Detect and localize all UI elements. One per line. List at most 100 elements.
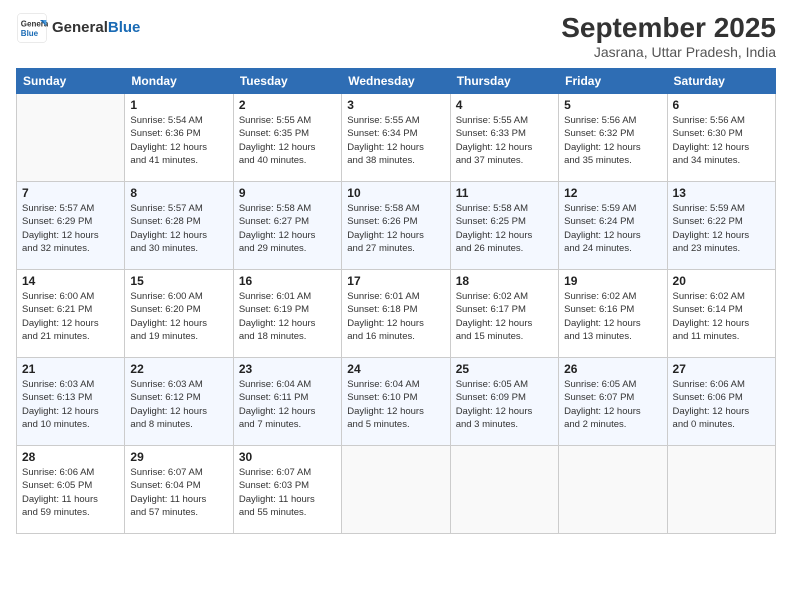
table-row: 12Sunrise: 5:59 AM Sunset: 6:24 PM Dayli… bbox=[559, 182, 667, 270]
day-number: 28 bbox=[22, 450, 119, 464]
day-info: Sunrise: 5:57 AM Sunset: 6:29 PM Dayligh… bbox=[22, 202, 119, 255]
svg-text:Blue: Blue bbox=[21, 29, 39, 38]
day-number: 4 bbox=[456, 98, 553, 112]
calendar-row: 14 Sunrise: 6:00 AM Sunset: 6:21 PM Dayli… bbox=[17, 270, 776, 358]
day-info: Sunrise: 6:04 AM Sunset: 6:11 PM Dayligh… bbox=[239, 378, 336, 431]
table-row: 7 Sunrise: 5:57 AM Sunset: 6:29 PM Daylig… bbox=[17, 182, 125, 270]
day-number: 21 bbox=[22, 362, 119, 376]
header-row: Sunday Monday Tuesday Wednesday Thursday… bbox=[17, 69, 776, 94]
day-info: Sunrise: 6:01 AM Sunset: 6:19 PM Dayligh… bbox=[239, 290, 336, 343]
day-info: Sunrise: 5:57 AM Sunset: 6:28 PM Dayligh… bbox=[130, 202, 227, 255]
table-row bbox=[667, 446, 775, 534]
col-monday: Monday bbox=[125, 69, 233, 94]
table-row: 1 Sunrise: 5:54 AM Sunset: 6:36 PM Daylig… bbox=[125, 94, 233, 182]
day-info: Sunrise: 5:55 AM Sunset: 6:34 PM Dayligh… bbox=[347, 114, 444, 167]
day-number: 19 bbox=[564, 274, 661, 288]
calendar-row: 21 Sunrise: 6:03 AM Sunset: 6:13 PM Dayli… bbox=[17, 358, 776, 446]
day-number: 26 bbox=[564, 362, 661, 376]
col-thursday: Thursday bbox=[450, 69, 558, 94]
day-info: Sunrise: 5:59 AM Sunset: 6:22 PM Dayligh… bbox=[673, 202, 770, 255]
logo-icon: General Blue bbox=[16, 12, 48, 44]
day-number: 5 bbox=[564, 98, 661, 112]
table-row: 23 Sunrise: 6:04 AM Sunset: 6:11 PM Dayli… bbox=[233, 358, 341, 446]
day-number: 9 bbox=[239, 186, 336, 200]
day-number: 1 bbox=[130, 98, 227, 112]
table-row: 17Sunrise: 6:01 AM Sunset: 6:18 PM Dayli… bbox=[342, 270, 450, 358]
table-row: 27 Sunrise: 6:06 AM Sunset: 6:06 PM Dayli… bbox=[667, 358, 775, 446]
day-number: 24 bbox=[347, 362, 444, 376]
table-row: 16 Sunrise: 6:01 AM Sunset: 6:19 PM Dayli… bbox=[233, 270, 341, 358]
day-info: Sunrise: 5:54 AM Sunset: 6:36 PM Dayligh… bbox=[130, 114, 227, 167]
day-info: Sunrise: 6:02 AM Sunset: 6:17 PM Dayligh… bbox=[456, 290, 553, 343]
day-info: Sunrise: 6:06 AM Sunset: 6:05 PM Dayligh… bbox=[22, 466, 119, 519]
day-number: 25 bbox=[456, 362, 553, 376]
day-info: Sunrise: 6:02 AM Sunset: 6:14 PM Dayligh… bbox=[673, 290, 770, 343]
day-info: Sunrise: 6:03 AM Sunset: 6:12 PM Dayligh… bbox=[130, 378, 227, 431]
table-row: 24 Sunrise: 6:04 AM Sunset: 6:10 PM Dayli… bbox=[342, 358, 450, 446]
calendar-row: 7 Sunrise: 5:57 AM Sunset: 6:29 PM Daylig… bbox=[17, 182, 776, 270]
day-info: Sunrise: 5:55 AM Sunset: 6:35 PM Dayligh… bbox=[239, 114, 336, 167]
col-wednesday: Wednesday bbox=[342, 69, 450, 94]
day-info: Sunrise: 5:56 AM Sunset: 6:30 PM Dayligh… bbox=[673, 114, 770, 167]
calendar-row: 1 Sunrise: 5:54 AM Sunset: 6:36 PM Daylig… bbox=[17, 94, 776, 182]
table-row bbox=[17, 94, 125, 182]
day-number: 23 bbox=[239, 362, 336, 376]
day-number: 13 bbox=[673, 186, 770, 200]
day-number: 11 bbox=[456, 186, 553, 200]
table-row: 20 Sunrise: 6:02 AM Sunset: 6:14 PM Dayli… bbox=[667, 270, 775, 358]
table-row: 28 Sunrise: 6:06 AM Sunset: 6:05 PM Dayli… bbox=[17, 446, 125, 534]
table-row: 9 Sunrise: 5:58 AM Sunset: 6:27 PM Daylig… bbox=[233, 182, 341, 270]
day-info: Sunrise: 6:07 AM Sunset: 6:04 PM Dayligh… bbox=[130, 466, 227, 519]
day-info: Sunrise: 6:00 AM Sunset: 6:21 PM Dayligh… bbox=[22, 290, 119, 343]
logo-text: GeneralBlue bbox=[52, 20, 140, 37]
day-number: 16 bbox=[239, 274, 336, 288]
table-row: 25Sunrise: 6:05 AM Sunset: 6:09 PM Dayli… bbox=[450, 358, 558, 446]
calendar-row: 28 Sunrise: 6:06 AM Sunset: 6:05 PM Dayli… bbox=[17, 446, 776, 534]
day-info: Sunrise: 6:01 AM Sunset: 6:18 PM Dayligh… bbox=[347, 290, 444, 343]
day-info: Sunrise: 6:05 AM Sunset: 6:07 PM Dayligh… bbox=[564, 378, 661, 431]
col-friday: Friday bbox=[559, 69, 667, 94]
table-row: 13 Sunrise: 5:59 AM Sunset: 6:22 PM Dayli… bbox=[667, 182, 775, 270]
table-row: 5 Sunrise: 5:56 AM Sunset: 6:32 PM Daylig… bbox=[559, 94, 667, 182]
day-number: 22 bbox=[130, 362, 227, 376]
calendar-page: General Blue GeneralBlue September 2025 … bbox=[0, 0, 792, 612]
day-number: 7 bbox=[22, 186, 119, 200]
day-info: Sunrise: 6:00 AM Sunset: 6:20 PM Dayligh… bbox=[130, 290, 227, 343]
table-row bbox=[342, 446, 450, 534]
table-row: 18 Sunrise: 6:02 AM Sunset: 6:17 PM Dayli… bbox=[450, 270, 558, 358]
col-sunday: Sunday bbox=[17, 69, 125, 94]
table-row: 22 Sunrise: 6:03 AM Sunset: 6:12 PM Dayli… bbox=[125, 358, 233, 446]
day-number: 10 bbox=[347, 186, 444, 200]
page-header: General Blue GeneralBlue September 2025 … bbox=[16, 12, 776, 60]
table-row: 26 Sunrise: 6:05 AM Sunset: 6:07 PM Dayli… bbox=[559, 358, 667, 446]
table-row: 30 Sunrise: 6:07 AM Sunset: 6:03 PM Dayli… bbox=[233, 446, 341, 534]
day-info: Sunrise: 6:04 AM Sunset: 6:10 PM Dayligh… bbox=[347, 378, 444, 431]
table-row: 6Sunrise: 5:56 AM Sunset: 6:30 PM Daylig… bbox=[667, 94, 775, 182]
table-row: 14 Sunrise: 6:00 AM Sunset: 6:21 PM Dayli… bbox=[17, 270, 125, 358]
day-info: Sunrise: 6:02 AM Sunset: 6:16 PM Dayligh… bbox=[564, 290, 661, 343]
table-row: 19 Sunrise: 6:02 AM Sunset: 6:16 PM Dayli… bbox=[559, 270, 667, 358]
day-number: 18 bbox=[456, 274, 553, 288]
table-row: 11Sunrise: 5:58 AM Sunset: 6:25 PM Dayli… bbox=[450, 182, 558, 270]
table-row: 15Sunrise: 6:00 AM Sunset: 6:20 PM Dayli… bbox=[125, 270, 233, 358]
table-row: 4Sunrise: 5:55 AM Sunset: 6:33 PM Daylig… bbox=[450, 94, 558, 182]
table-row bbox=[559, 446, 667, 534]
table-row: 29Sunrise: 6:07 AM Sunset: 6:04 PM Dayli… bbox=[125, 446, 233, 534]
day-info: Sunrise: 6:07 AM Sunset: 6:03 PM Dayligh… bbox=[239, 466, 336, 519]
month-title: September 2025 bbox=[561, 12, 776, 44]
day-info: Sunrise: 5:56 AM Sunset: 6:32 PM Dayligh… bbox=[564, 114, 661, 167]
day-number: 8 bbox=[130, 186, 227, 200]
day-info: Sunrise: 5:58 AM Sunset: 6:27 PM Dayligh… bbox=[239, 202, 336, 255]
day-info: Sunrise: 5:59 AM Sunset: 6:24 PM Dayligh… bbox=[564, 202, 661, 255]
day-number: 3 bbox=[347, 98, 444, 112]
day-number: 20 bbox=[673, 274, 770, 288]
table-row: 2Sunrise: 5:55 AM Sunset: 6:35 PM Daylig… bbox=[233, 94, 341, 182]
day-number: 14 bbox=[22, 274, 119, 288]
table-row bbox=[450, 446, 558, 534]
day-info: Sunrise: 6:03 AM Sunset: 6:13 PM Dayligh… bbox=[22, 378, 119, 431]
day-number: 30 bbox=[239, 450, 336, 464]
day-info: Sunrise: 6:06 AM Sunset: 6:06 PM Dayligh… bbox=[673, 378, 770, 431]
col-tuesday: Tuesday bbox=[233, 69, 341, 94]
day-number: 27 bbox=[673, 362, 770, 376]
table-row: 8 Sunrise: 5:57 AM Sunset: 6:28 PM Daylig… bbox=[125, 182, 233, 270]
